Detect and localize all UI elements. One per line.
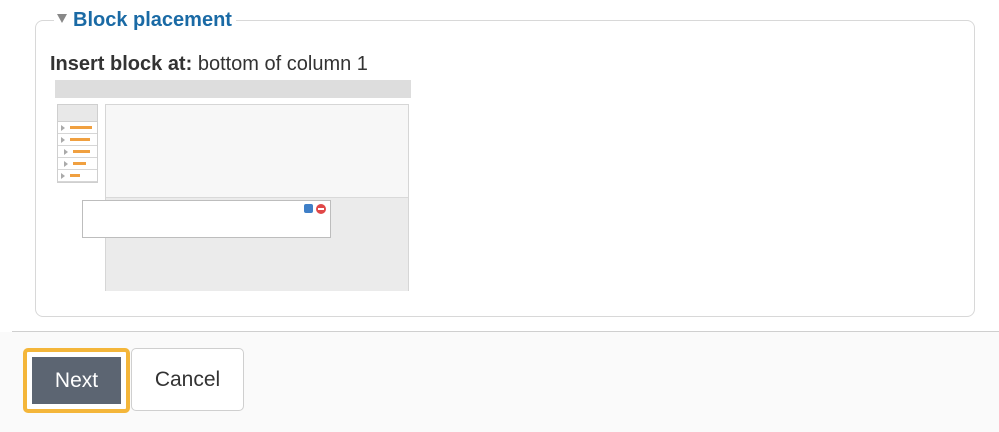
preview-column-header: [58, 105, 97, 122]
insert-location-text: Insert block at: bottom of column 1: [50, 53, 368, 76]
preview-column-1: [57, 104, 98, 183]
arrow-down-icon: [61, 137, 65, 143]
preview-menu-row: [58, 146, 97, 158]
preview-menu-row: [58, 170, 97, 182]
preview-new-block: [82, 200, 331, 238]
arrow-right-icon: [61, 173, 65, 179]
edit-icon: [304, 204, 313, 213]
fieldset-legend[interactable]: Block placement: [54, 7, 236, 33]
insert-value: bottom of column 1: [192, 53, 368, 75]
preview-menu-row: [58, 134, 97, 146]
arrow-right-icon: [64, 161, 68, 167]
next-button[interactable]: Next: [23, 348, 130, 413]
preview-header-bar: [55, 80, 411, 98]
insert-label: Insert block at:: [50, 53, 193, 75]
preview-menu-row: [58, 158, 97, 170]
arrow-right-icon: [64, 149, 68, 155]
preview-main-column: [105, 104, 409, 291]
layout-preview-diagram: [55, 80, 411, 291]
legend-title[interactable]: Block placement: [73, 9, 232, 32]
arrow-right-icon: [61, 125, 65, 131]
delete-icon: [316, 204, 326, 214]
collapse-triangle-icon[interactable]: [57, 14, 67, 23]
preview-menu-row: [58, 122, 97, 134]
cancel-button[interactable]: Cancel: [131, 348, 244, 411]
next-button-label: Next: [32, 357, 121, 404]
